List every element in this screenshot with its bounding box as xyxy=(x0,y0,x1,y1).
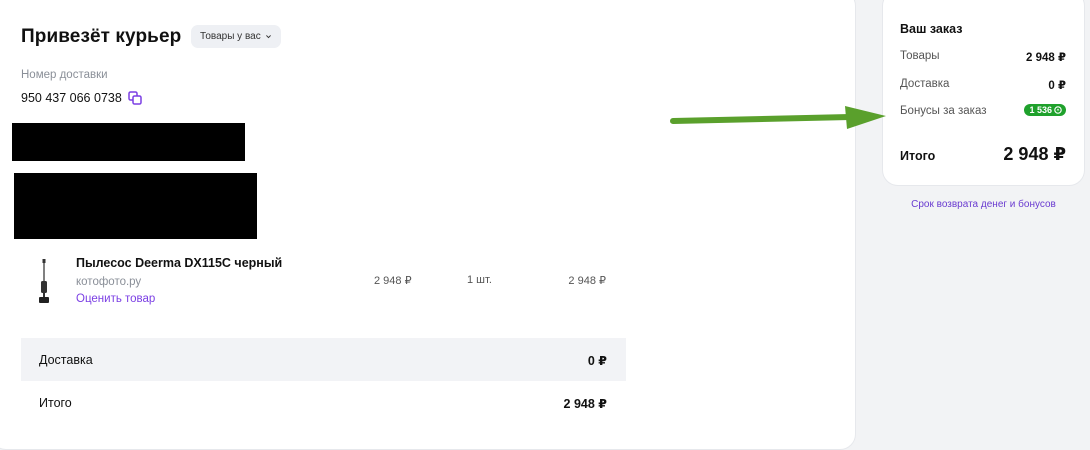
product-seller: котофото.ру xyxy=(76,276,142,288)
summary-delivery-label: Доставка xyxy=(39,353,93,367)
page-title: Привезёт курьер xyxy=(21,26,182,47)
bonus-badge[interactable]: 1 536 xyxy=(1024,104,1066,116)
product-name[interactable]: Пылесос Deerma DX115C черный xyxy=(76,256,282,270)
summary-delivery-row: Доставка 0 ₽ xyxy=(21,338,626,381)
order-delivery-label: Доставка xyxy=(900,78,950,90)
bonus-value: 1 536 xyxy=(1029,105,1052,115)
summary-delivery-value: 0 ₽ xyxy=(587,354,607,368)
order-bonus-label: Бонусы за заказ xyxy=(900,105,987,117)
product-total: 2 948 ₽ xyxy=(568,275,606,287)
copy-icon[interactable] xyxy=(128,91,142,105)
delivery-number-value: 950 437 066 0738 xyxy=(21,91,122,105)
order-items-label: Товары xyxy=(900,50,940,62)
delivery-number: 950 437 066 0738 xyxy=(21,91,142,105)
delivery-number-label: Номер доставки xyxy=(21,69,108,81)
order-title: Ваш заказ xyxy=(900,22,963,36)
refund-terms-link[interactable]: Срок возврата денег и бонусов xyxy=(882,199,1085,210)
summary-total-row: Итого 2 948 ₽ xyxy=(21,383,626,423)
coin-icon xyxy=(1054,106,1062,114)
order-total-label: Итого xyxy=(900,149,936,163)
rate-product-link[interactable]: Оценить товар xyxy=(76,293,155,305)
arrow-right-icon xyxy=(670,106,886,129)
order-total-value: 2 948 ₽ xyxy=(1003,144,1066,164)
product-quantity: 1 шт. xyxy=(467,274,492,286)
items-with-you-dropdown[interactable]: Товары у вас xyxy=(191,25,281,48)
chevron-down-icon xyxy=(265,35,271,39)
order-items-value: 2 948 ₽ xyxy=(1026,52,1066,64)
chip-label: Товары у вас xyxy=(200,31,261,42)
redacted-block xyxy=(14,173,257,239)
product-image[interactable] xyxy=(33,257,55,307)
summary-total-value: 2 948 ₽ xyxy=(563,397,607,411)
product-price: 2 948 ₽ xyxy=(374,275,412,287)
summary-total-label: Итого xyxy=(39,396,72,410)
redacted-block xyxy=(12,123,245,161)
order-delivery-value: 0 ₽ xyxy=(1048,80,1066,92)
